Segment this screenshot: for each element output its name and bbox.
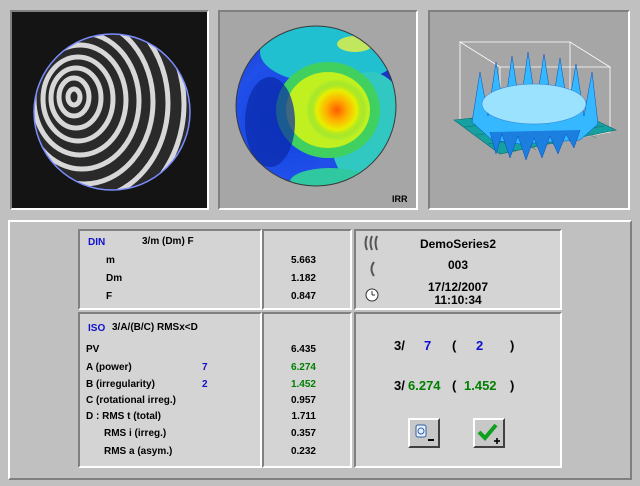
measured-power: 6.274 — [408, 378, 441, 393]
iso-row-target: 7 — [202, 362, 208, 373]
iso-row-label: D : RMS t (total) — [86, 411, 161, 422]
measurement-date: 17/12/2007 — [427, 280, 489, 294]
iso-row-label: B (irregularity) — [86, 379, 155, 390]
measurement-number: 003 — [447, 258, 469, 272]
color-map — [235, 25, 397, 187]
din-label-box: DIN 3/m (Dm) F m Dm F — [78, 229, 262, 310]
iso-title: ISO — [88, 323, 106, 334]
din-row-value: 1.182 — [290, 273, 316, 284]
interferogram-image — [10, 10, 209, 210]
iso-row-value: 6.435 — [290, 344, 316, 355]
irregularity-map: IRR — [218, 10, 418, 210]
accept-button[interactable] — [473, 418, 505, 448]
din-row-value: 5.663 — [290, 255, 316, 266]
din-title: DIN — [88, 237, 106, 248]
result-paren: ) — [510, 378, 515, 393]
check-plus-icon — [477, 423, 500, 444]
reject-button[interactable] — [408, 418, 440, 448]
din-row-label: Dm — [106, 273, 123, 284]
result-paren: ( — [452, 338, 457, 353]
iso-row-target: 2 — [202, 379, 208, 390]
din-row-value: 0.847 — [290, 291, 316, 302]
measurement-time: 11:10:34 — [434, 293, 482, 307]
iso-value-box: 6.435 6.274 1.452 0.957 1.711 0.357 0.23… — [262, 312, 352, 468]
surface-3d-plot — [428, 10, 630, 210]
iso-row-value: 1.452 — [290, 379, 316, 390]
camera-minus-icon — [415, 424, 434, 441]
result-box: 3/ 7 ( 2 ) 3/ 6.274 ( 1.452 ) — [354, 312, 562, 468]
result-paren: ( — [452, 378, 457, 393]
iso-formula: 3/A/(B/C) RMSx<D — [112, 322, 198, 333]
target-irregularity: 2 — [476, 338, 484, 353]
measurement-info-box: DemoSeries2 003 17/12/2007 11:10:34 — [354, 229, 562, 310]
iso-row-value: 0.957 — [290, 395, 316, 406]
result-prefix: 3/ — [394, 378, 405, 393]
target-power: 7 — [424, 338, 432, 353]
iso-row-value: 6.274 — [290, 362, 316, 373]
din-row-label: F — [106, 291, 113, 302]
iso-row-label: RMS a (asym.) — [104, 446, 173, 457]
map-overlay-label: IRR — [392, 194, 408, 204]
din-value-box: 5.663 1.182 0.847 — [262, 229, 352, 310]
wireframe-plot — [453, 41, 617, 161]
iso-row-label: PV — [86, 344, 100, 355]
iso-row-value: 0.232 — [290, 446, 316, 457]
measured-irregularity: 1.452 — [464, 378, 497, 393]
series-name: DemoSeries2 — [419, 237, 497, 251]
din-formula: 3/m (Dm) F — [142, 236, 194, 247]
iso-label-box: ISO 3/A/(B/C) RMSx<D PV A (power) 7 B (i… — [78, 312, 262, 468]
iso-row-value: 0.357 — [290, 428, 316, 439]
iso-row-label: RMS i (irreg.) — [104, 428, 167, 439]
fringe-pattern — [12, 12, 207, 208]
iso-row-label: A (power) — [86, 362, 132, 373]
result-paren: ) — [510, 338, 515, 353]
iso-row-label: C (rotational irreg.) — [86, 395, 177, 406]
din-row-label: m — [106, 255, 115, 266]
iso-row-value: 1.711 — [291, 411, 316, 422]
result-prefix: 3/ — [394, 338, 405, 353]
